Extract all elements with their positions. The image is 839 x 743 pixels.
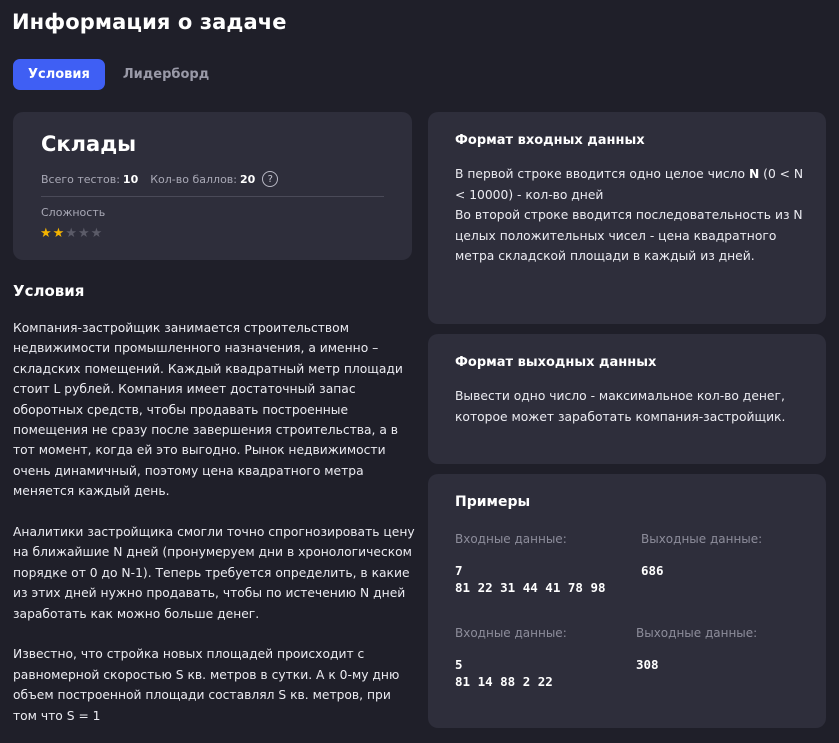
star-icon: ★	[52, 226, 65, 241]
star-icon: ★	[40, 226, 52, 241]
conditions-paragraph: Аналитики застройщика смогли точно спрог…	[13, 525, 415, 621]
output-format-title: Формат выходных данных	[455, 355, 657, 370]
star-icon: ★	[65, 226, 77, 241]
input-format-title: Формат входных данных	[455, 133, 645, 148]
star-icon: ★	[90, 226, 103, 241]
total-tests-value: 10	[122, 172, 139, 186]
conditions-paragraph: Известно, что стройка новых площадей про…	[13, 647, 400, 723]
output-format-text: Вывести одно число - максимальное кол-во…	[455, 389, 786, 424]
task-meta: Всего тестов: 10 Кол-во баллов: 20 ?	[41, 171, 279, 187]
example-input-label: Входные данные:	[455, 532, 567, 546]
conditions-text: Компания-застройщик занимается строитель…	[13, 318, 418, 726]
examples-title: Примеры	[455, 494, 531, 510]
page-title: Информация о задаче	[12, 10, 287, 34]
points-label: Кол-во баллов:	[150, 172, 237, 186]
star-icon: ★	[77, 226, 90, 241]
tab-bar: Условия Лидерборд	[13, 59, 224, 90]
input-format-card: Формат входных данных В первой строке вв…	[428, 112, 826, 324]
conditions-heading: Условия	[13, 282, 85, 300]
tab-leaderboard[interactable]: Лидерборд	[105, 59, 224, 90]
difficulty-stars: ★ ★ ★ ★ ★	[40, 226, 102, 242]
example-output-label: Выходные данные:	[641, 532, 763, 546]
input-format-text: В первой строке вводится одно целое числ…	[455, 167, 804, 263]
divider	[41, 196, 384, 197]
task-info-card: Склады Всего тестов: 10 Кол-во баллов: 2…	[13, 112, 412, 260]
example-output[interactable]: 308	[636, 656, 659, 673]
example-input-label: Входные данные:	[455, 626, 567, 640]
conditions-paragraph: Компания-застройщик занимается строитель…	[13, 321, 403, 499]
example-output[interactable]: 686	[641, 562, 664, 579]
example-output-label: Выходные данные:	[636, 626, 758, 640]
output-format-card: Формат выходных данных Вывести одно числ…	[428, 334, 826, 464]
difficulty-label: Сложность	[41, 206, 106, 219]
total-tests-label: Всего тестов:	[41, 172, 120, 186]
example-input[interactable]: 5 81 14 88 2 22	[455, 656, 553, 690]
examples-card: Примеры Входные данные: Выходные данные:…	[428, 474, 826, 728]
help-icon[interactable]: ?	[262, 171, 279, 187]
example-input[interactable]: 7 81 22 31 44 41 78 98	[455, 562, 606, 596]
tab-conditions[interactable]: Условия	[13, 59, 105, 90]
points-value: 20	[240, 172, 256, 186]
task-title: Склады	[41, 132, 137, 156]
